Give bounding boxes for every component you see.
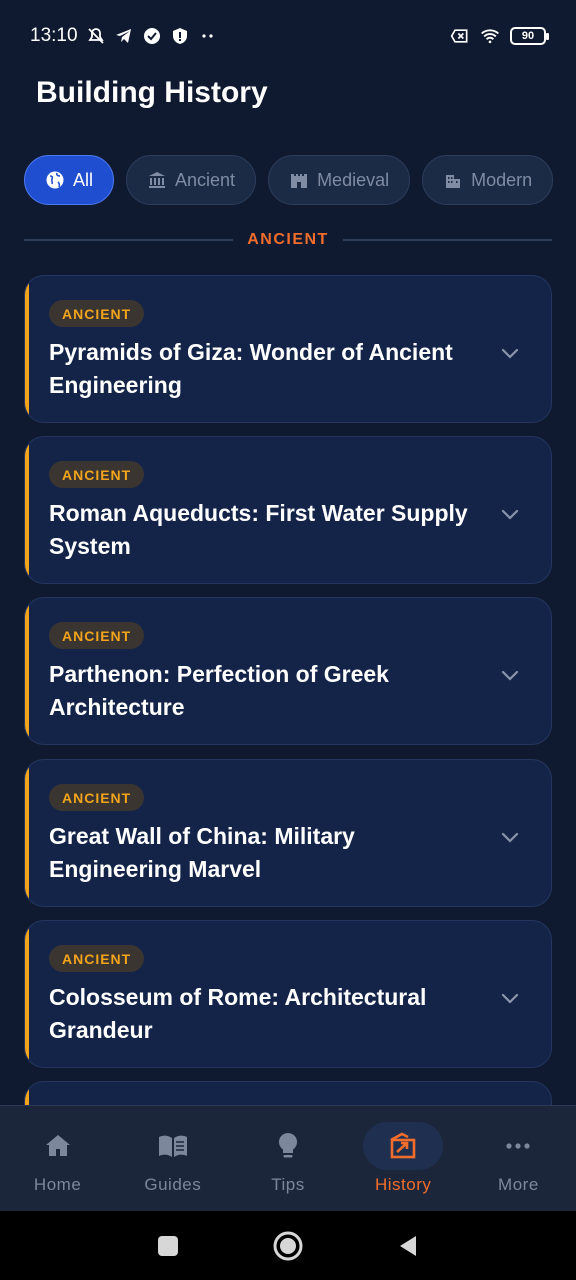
lightbulb-icon: [278, 1133, 298, 1158]
history-card[interactable]: ANCIENT Pyramids of Giza: Wonder of Anci…: [24, 275, 552, 423]
nav-guides[interactable]: Guides: [115, 1106, 230, 1211]
card-accent-bar: [25, 437, 29, 583]
clock: 13:10: [30, 25, 78, 46]
history-icon: [390, 1132, 416, 1159]
filter-chip-modern[interactable]: Modern: [422, 155, 554, 205]
nav-label: More: [498, 1175, 539, 1194]
nav-label: Guides: [144, 1175, 202, 1194]
nav-label: Home: [33, 1175, 82, 1194]
era-badge: ANCIENT: [49, 945, 145, 972]
card-title: Great Wall of China: Military Engineerin…: [49, 823, 355, 882]
divider-line: [342, 239, 553, 241]
nav-label: Tips: [271, 1175, 305, 1194]
wifi-icon: [480, 26, 500, 46]
nav-more[interactable]: More: [461, 1106, 576, 1211]
status-bar: 13:10 90: [0, 0, 576, 72]
filter-chip-label: Medieval: [317, 169, 390, 190]
bottom-nav: Home Guides Tips History More: [0, 1105, 576, 1211]
home-icon: [45, 1135, 70, 1156]
check-badge-icon: [142, 26, 162, 46]
card-accent-bar: [25, 760, 29, 906]
history-card[interactable]: ANCIENT Parthenon: Perfection of Greek A…: [24, 597, 552, 745]
filter-chips: All Ancient Medieval Modern: [24, 155, 576, 205]
era-badge: ANCIENT: [49, 300, 145, 327]
filter-chip-all[interactable]: All: [24, 155, 115, 205]
nav-tips[interactable]: Tips: [230, 1106, 345, 1211]
filter-chip-ancient[interactable]: Ancient: [126, 155, 257, 205]
card-title: Roman Aqueducts: First Water Supply Syst…: [49, 500, 468, 559]
section-label: ANCIENT: [247, 231, 329, 248]
nav-history[interactable]: History: [346, 1106, 461, 1211]
era-badge: ANCIENT: [49, 461, 145, 488]
nav-label: History: [375, 1175, 432, 1194]
card-title: Colosseum of Rome: Architectural Grandeu…: [49, 984, 427, 1043]
page-title: Building History: [36, 76, 268, 109]
recents-button-icon[interactable]: [156, 1234, 180, 1258]
section-divider: ANCIENT: [24, 228, 553, 252]
chevron-down-icon[interactable]: [499, 826, 521, 848]
history-card[interactable]: ANCIENT Colosseum of Rome: Architectural…: [24, 920, 552, 1068]
era-badge: ANCIENT: [49, 622, 145, 649]
nav-home[interactable]: Home: [0, 1106, 115, 1211]
card-accent-bar: [25, 598, 29, 744]
columns-icon: [149, 172, 166, 188]
card-title: Pyramids of Giza: Wonder of Ancient Engi…: [49, 339, 453, 398]
chevron-down-icon[interactable]: [499, 664, 521, 686]
more-icon: [506, 1143, 531, 1149]
chevron-down-icon[interactable]: [499, 342, 521, 364]
era-badge: ANCIENT: [49, 784, 145, 811]
card-accent-bar: [25, 921, 29, 1067]
chevron-down-icon[interactable]: [499, 987, 521, 1009]
card-title: Parthenon: Perfection of Greek Architect…: [49, 661, 389, 720]
history-card[interactable]: ANCIENT Roman Aqueducts: First Water Sup…: [24, 436, 552, 584]
filter-chip-label: Modern: [471, 169, 533, 190]
mute-icon: [86, 26, 106, 46]
chevron-down-icon[interactable]: [499, 503, 521, 525]
book-icon: [158, 1135, 187, 1157]
telegram-icon: [114, 26, 134, 46]
divider-line: [24, 239, 234, 241]
history-card[interactable]: ANCIENT Great Wall of China: Military En…: [24, 759, 552, 907]
castle-icon: [291, 174, 308, 188]
battery-icon: 90: [510, 27, 549, 45]
more-dots-icon: [198, 26, 218, 46]
card-accent-bar: [25, 276, 29, 422]
system-navigation-bar: [0, 1211, 576, 1280]
buildings-icon: [446, 175, 461, 188]
back-button-icon[interactable]: [396, 1234, 420, 1258]
home-button-icon[interactable]: [272, 1230, 304, 1262]
filter-chip-medieval[interactable]: Medieval: [268, 155, 411, 205]
globe-icon: [46, 171, 64, 189]
battery-level: 90: [521, 30, 535, 42]
shield-alert-icon: [170, 26, 190, 46]
filter-chip-label: Ancient: [175, 169, 236, 190]
filter-chip-label: All: [73, 169, 94, 190]
sim-x-icon: [450, 26, 470, 46]
